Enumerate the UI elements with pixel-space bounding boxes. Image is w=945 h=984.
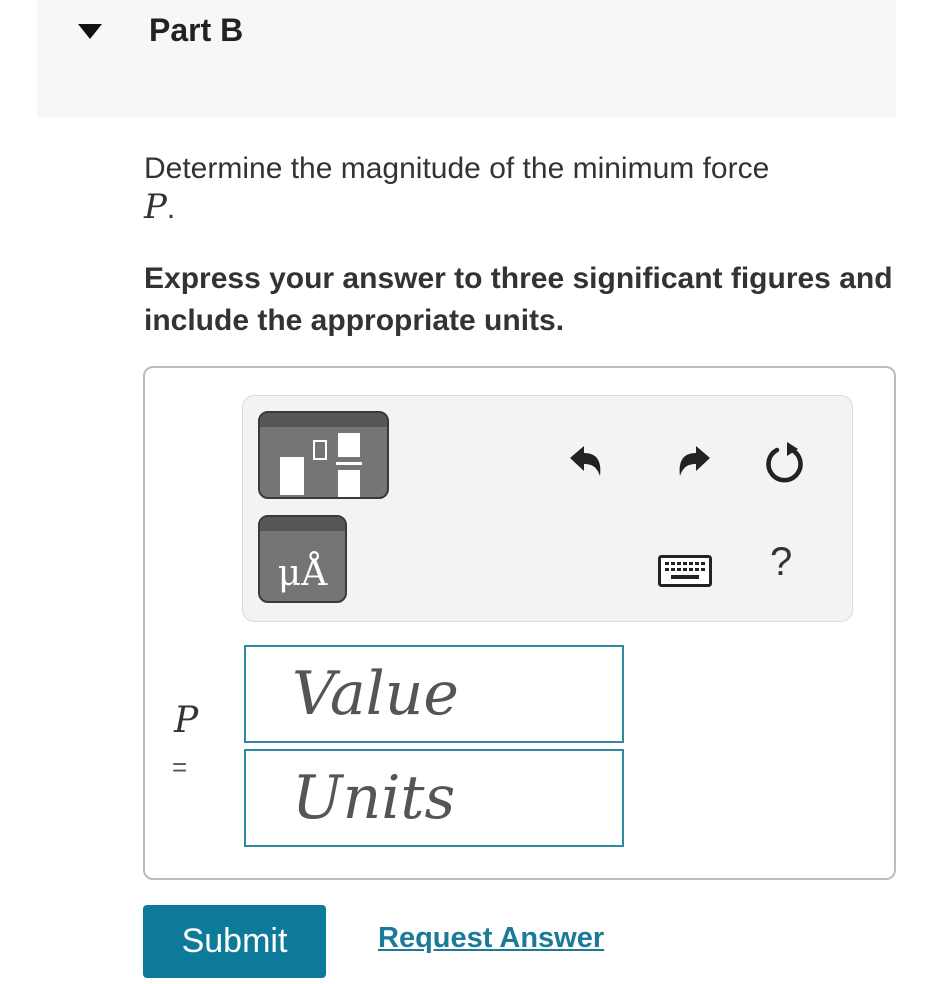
undo-icon[interactable] [566, 440, 608, 482]
reset-icon[interactable] [762, 438, 810, 486]
units-button[interactable]: μÅ [258, 515, 347, 603]
equals-sign: = [172, 752, 188, 782]
request-answer-link[interactable]: Request Answer [378, 922, 604, 955]
question-variable: P [144, 187, 167, 227]
collapse-caret-icon[interactable] [78, 24, 102, 39]
units-icon: μÅ [277, 553, 328, 594]
templates-button[interactable] [258, 411, 389, 499]
question-body: Determine the magnitude of the minimum f… [144, 152, 770, 185]
help-icon[interactable]: ? [770, 540, 792, 585]
value-input[interactable] [244, 645, 624, 743]
answer-variable-label: P [174, 700, 199, 741]
question-period: . [166, 192, 176, 225]
instruction-text: Express your answer to three significant… [144, 262, 893, 337]
units-input[interactable] [244, 749, 624, 847]
part-title: Part B [149, 12, 244, 48]
submit-button[interactable]: Submit [143, 905, 326, 978]
question-text: Determine the magnitude of the minimum f… [144, 150, 884, 228]
keyboard-icon[interactable] [658, 555, 712, 587]
redo-icon[interactable] [672, 440, 714, 482]
